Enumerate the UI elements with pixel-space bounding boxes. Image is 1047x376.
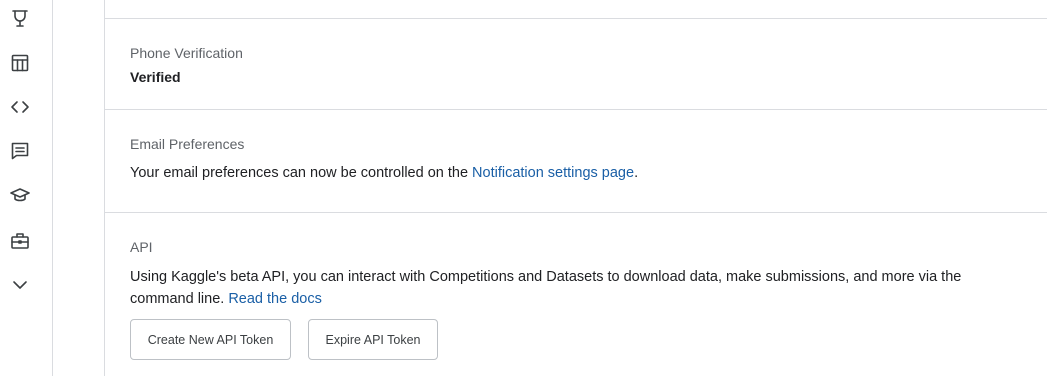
- api-description: Using Kaggle's beta API, you can interac…: [130, 266, 1030, 310]
- chevron-down-icon[interactable]: [9, 274, 31, 296]
- api-description-line1: Using Kaggle's beta API, you can interac…: [130, 269, 962, 285]
- create-api-token-button[interactable]: Create New API Token: [130, 319, 291, 360]
- notification-settings-link[interactable]: Notification settings page: [472, 165, 634, 181]
- discussion-icon[interactable]: [9, 140, 31, 162]
- phone-verification-status: Verified: [130, 69, 181, 85]
- expire-api-token-button[interactable]: Expire API Token: [308, 319, 438, 360]
- school-icon[interactable]: [9, 184, 31, 206]
- email-preferences-description: Your email preferences can now be contro…: [130, 165, 473, 181]
- sidebar-nav: [0, 0, 53, 376]
- email-preferences-section: Email Preferences Your email preferences…: [105, 109, 1047, 213]
- read-the-docs-link[interactable]: Read the docs: [228, 291, 322, 307]
- email-preferences-title: Email Preferences: [130, 136, 245, 152]
- table-icon[interactable]: [9, 52, 31, 74]
- email-preferences-text: Your email preferences can now be contro…: [130, 162, 638, 184]
- phone-verification-section: Phone Verification Verified: [105, 18, 1047, 110]
- email-preferences-suffix: .: [634, 165, 639, 181]
- api-section: API Using Kaggle's beta API, you can int…: [105, 212, 1047, 376]
- api-description-line2-wrap: command line. Read the docs: [130, 288, 1030, 310]
- briefcase-icon[interactable]: [9, 230, 31, 252]
- code-icon[interactable]: [9, 96, 31, 118]
- trophy-icon[interactable]: [9, 8, 31, 30]
- api-description-line2: command line.: [130, 291, 229, 307]
- api-title: API: [130, 239, 153, 255]
- phone-verification-title: Phone Verification: [130, 45, 243, 61]
- account-settings-panel: Phone Verification Verified Email Prefer…: [104, 0, 1047, 376]
